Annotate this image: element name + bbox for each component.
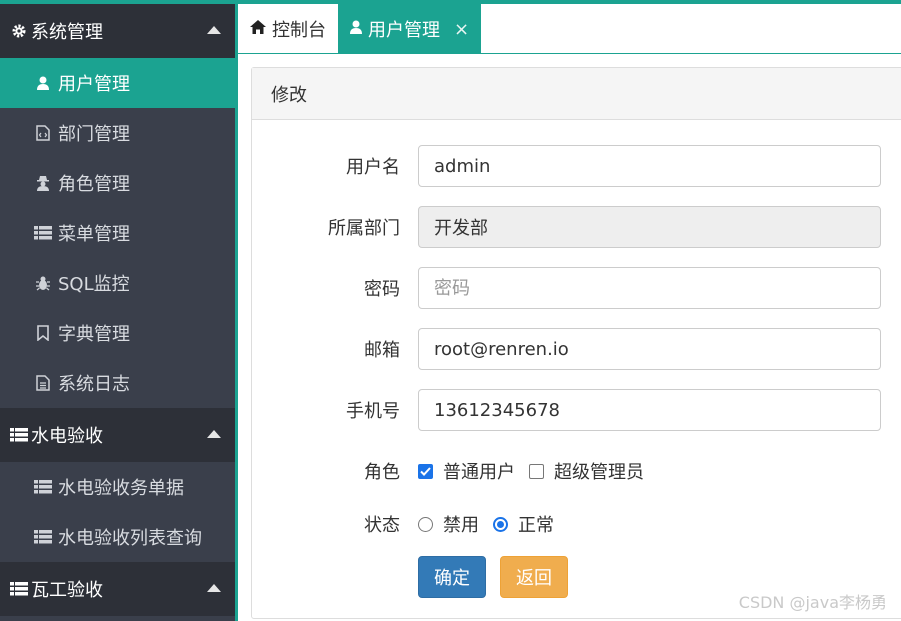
- department-input[interactable]: [418, 206, 881, 248]
- checkbox-unchecked[interactable]: [529, 463, 544, 479]
- list-icon: [34, 226, 52, 240]
- email-label: 邮箱: [364, 340, 400, 361]
- sidebar-item-label: 字典管理: [58, 324, 130, 345]
- file-code-icon: [34, 125, 52, 141]
- list-icon: [10, 582, 28, 596]
- sidebar-item-label: SQL监控: [58, 274, 130, 295]
- username-input[interactable]: [418, 145, 881, 187]
- radio-checked[interactable]: [493, 516, 508, 532]
- user-icon: [34, 76, 52, 90]
- tab-label: 控制台: [272, 20, 326, 41]
- watermark: CSDN @java李杨勇: [738, 593, 887, 612]
- form-row-username: 用户名: [252, 145, 901, 187]
- caret-up-icon: [207, 430, 221, 438]
- sidebar-group-label: 水电验收: [31, 426, 103, 447]
- sidebar-item-label: 水电验收务单据: [58, 478, 184, 499]
- password-input[interactable]: [418, 267, 881, 309]
- back-button[interactable]: 返回: [500, 556, 568, 598]
- form-row-password: 密码: [252, 267, 901, 309]
- sidebar-group-tiling[interactable]: 瓦工验收: [0, 562, 235, 616]
- sidebar-item-plumbing-list[interactable]: 水电验收列表查询: [0, 512, 235, 562]
- role-option-normal-user[interactable]: 普通用户: [418, 458, 515, 484]
- sidebar-item-label: 角色管理: [58, 174, 130, 195]
- sidebar-group-label: 系统管理: [31, 22, 103, 43]
- close-icon[interactable]: ×: [454, 19, 469, 40]
- sidebar-item-plumbing-orders[interactable]: 水电验收务单据: [0, 462, 235, 512]
- sidebar-group-system[interactable]: 系统管理: [0, 4, 235, 58]
- list-icon: [34, 480, 52, 494]
- form-row-department: 所属部门: [252, 206, 901, 248]
- role-option-label: 普通用户: [443, 462, 515, 483]
- role-option-label: 超级管理员: [554, 462, 644, 483]
- sidebar-item-label: 部门管理: [58, 124, 130, 145]
- status-label: 状态: [364, 515, 400, 536]
- file-text-icon: [34, 375, 52, 391]
- roles-options: 普通用户 超级管理员: [418, 458, 658, 484]
- form-row-status: 状态 禁用 正常: [252, 503, 901, 545]
- list-icon: [34, 530, 52, 544]
- form-row-mobile: 手机号: [252, 389, 901, 431]
- form-row-email: 邮箱: [252, 328, 901, 370]
- roles-label: 角色: [364, 462, 400, 483]
- sidebar-item-menus[interactable]: 菜单管理: [0, 208, 235, 258]
- gear-icon: [10, 23, 28, 39]
- sidebar-divider: [235, 0, 238, 621]
- tab-user-management[interactable]: 用户管理 ×: [338, 4, 482, 54]
- username-label: 用户名: [346, 157, 400, 178]
- role-option-super-admin[interactable]: 超级管理员: [529, 458, 644, 484]
- bug-icon: [34, 275, 52, 291]
- status-option-label: 正常: [518, 515, 554, 536]
- tab-bar: 控制台 用户管理 ×: [238, 4, 901, 54]
- bookmark-icon: [34, 325, 52, 341]
- caret-up-icon: [207, 584, 221, 592]
- password-label: 密码: [364, 279, 400, 300]
- status-option-normal[interactable]: 正常: [493, 511, 554, 537]
- email-input[interactable]: [418, 328, 881, 370]
- checkbox-checked[interactable]: [418, 463, 433, 479]
- status-option-disabled[interactable]: 禁用: [418, 511, 479, 537]
- sidebar-item-roles[interactable]: 角色管理: [0, 158, 235, 208]
- sidebar-item-dictionary[interactable]: 字典管理: [0, 308, 235, 358]
- sidebar-item-label: 菜单管理: [58, 224, 130, 245]
- tab-label: 用户管理: [368, 20, 440, 41]
- sidebar-item-users[interactable]: 用户管理: [0, 58, 235, 108]
- list-icon: [10, 428, 28, 442]
- sidebar-group-plumbing[interactable]: 水电验收: [0, 408, 235, 462]
- user-icon: [350, 20, 362, 38]
- edit-panel: 修改 用户名 所属部门 密码 邮箱 手机号 角色 普通用户 超级管理员: [251, 67, 901, 619]
- confirm-button[interactable]: 确定: [418, 556, 486, 598]
- radio-unchecked[interactable]: [418, 516, 433, 532]
- sidebar: 系统管理 用户管理 部门管理 角色管理 菜单管理 SQL监控 字典管理 系统日志…: [0, 0, 235, 621]
- user-secret-icon: [34, 175, 52, 191]
- department-label: 所属部门: [328, 218, 400, 239]
- caret-up-icon: [207, 26, 221, 34]
- sidebar-item-label: 水电验收列表查询: [58, 528, 202, 549]
- status-options: 禁用 正常: [418, 511, 568, 537]
- sidebar-item-label: 系统日志: [58, 374, 130, 395]
- panel-title: 修改: [252, 68, 901, 120]
- sidebar-item-label: 用户管理: [58, 74, 130, 95]
- form-row-roles: 角色 普通用户 超级管理员: [252, 450, 901, 492]
- sidebar-item-sql-monitor[interactable]: SQL监控: [0, 258, 235, 308]
- home-icon: [250, 20, 266, 38]
- sidebar-item-system-log[interactable]: 系统日志: [0, 358, 235, 408]
- sidebar-group-label: 瓦工验收: [31, 580, 103, 601]
- sidebar-item-departments[interactable]: 部门管理: [0, 108, 235, 158]
- mobile-input[interactable]: [418, 389, 881, 431]
- tab-console[interactable]: 控制台: [238, 4, 338, 54]
- status-option-label: 禁用: [443, 515, 479, 536]
- mobile-label: 手机号: [346, 401, 400, 422]
